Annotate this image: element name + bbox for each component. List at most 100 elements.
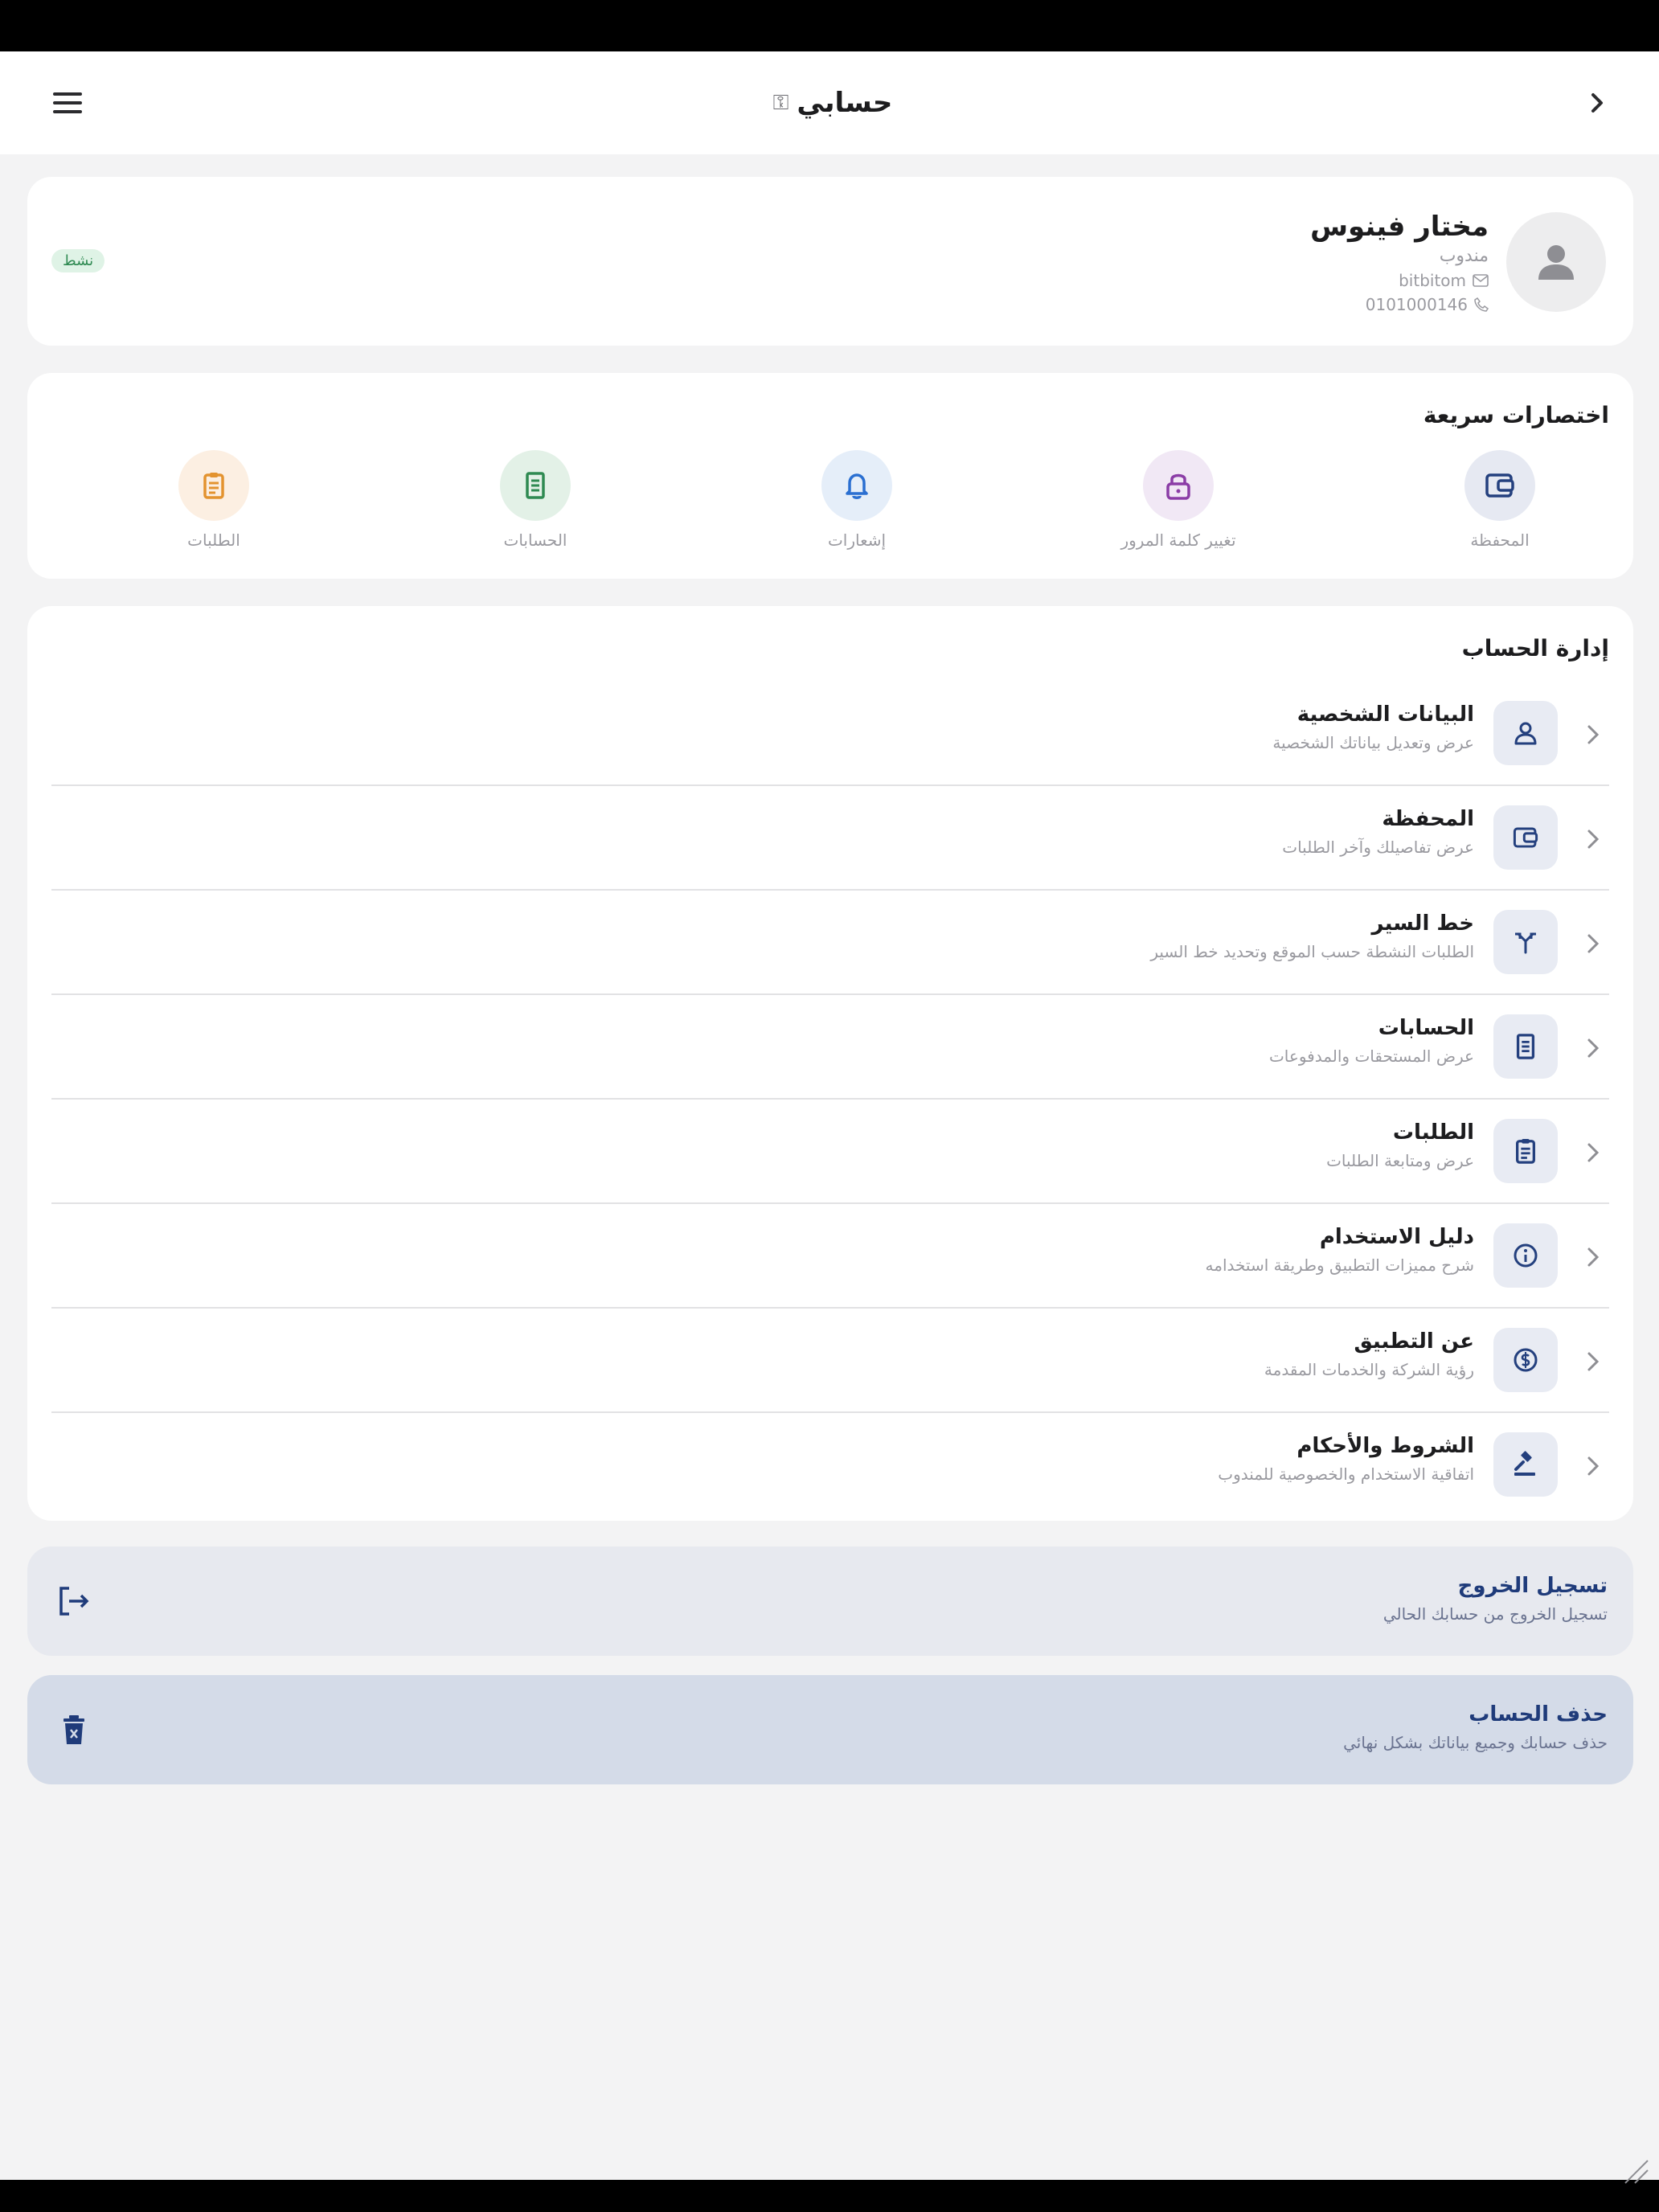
- row-icon-box: [1493, 701, 1558, 765]
- row-subtitle: شرح مميزات التطبيق وطريقة استخدامه: [1205, 1256, 1474, 1275]
- row-texts: الشروط والأحكام اتفاقية الاستخدام والخصو…: [1218, 1434, 1474, 1484]
- delete-account-button[interactable]: حذف الحساب حذف حسابك وجميع بياناتك بشكل …: [27, 1675, 1633, 1784]
- row-texts: دليل الاستخدام شرح مميزات التطبيق وطريقة…: [1206, 1225, 1474, 1275]
- chevron-right-icon: [1582, 719, 1604, 751]
- shortcut-icon-circle: [1464, 450, 1535, 521]
- hamburger-icon: [53, 92, 82, 113]
- row-subtitle: رؤية الشركة والخدمات المقدمة: [1264, 1360, 1474, 1379]
- page-title: حسابي: [797, 87, 893, 119]
- row-texts: الطلبات عرض ومتابعة الطلبات: [1326, 1120, 1474, 1170]
- resize-handle-icon[interactable]: [1619, 2154, 1651, 2186]
- delete-account-title: حذف الحساب: [1469, 1702, 1608, 1727]
- chevron-right-icon: [1582, 1137, 1604, 1169]
- profile-name: مختار فينوس: [1310, 211, 1489, 243]
- system-navigation-bar: [0, 2180, 1659, 2212]
- delete-account-subtitle: حذف حسابك وجميع بياناتك بشكل نهائي: [1343, 1733, 1608, 1752]
- profile-phone-row: 0101000146: [1310, 295, 1489, 314]
- trash-icon: [51, 1710, 96, 1749]
- row-icon-box: [1493, 1328, 1558, 1392]
- settings-row-accounts[interactable]: الحسابات عرض المستحقات والمدفوعات: [51, 995, 1609, 1100]
- shortcut-change-password[interactable]: تغيير كلمة المرور: [1090, 450, 1267, 550]
- row-icon-box: [1493, 1223, 1558, 1288]
- settings-row-terms[interactable]: الشروط والأحكام اتفاقية الاستخدام والخصو…: [51, 1413, 1609, 1518]
- account-management-title: إدارة الحساب: [1461, 635, 1609, 662]
- clipboard-icon: [203, 473, 224, 499]
- avatar[interactable]: [1506, 212, 1606, 312]
- wallet-icon: [1513, 827, 1538, 848]
- logout-title: تسجيل الخروج: [1457, 1574, 1608, 1598]
- profile-role: مندوب: [1439, 246, 1489, 267]
- row-title: البيانات الشخصية: [1296, 703, 1474, 727]
- receipt-icon: [526, 472, 545, 499]
- logout-texts: تسجيل الخروج تسجيل الخروج من حسابك الحال…: [1383, 1574, 1608, 1624]
- profile-phone: 0101000146: [1365, 295, 1468, 315]
- profile-info: مختار فينوس مندوب bitbitom 0101000146: [1310, 209, 1489, 314]
- menu-button[interactable]: [42, 77, 93, 129]
- row-subtitle: اتفاقية الاستخدام والخصوصية للمندوب: [1218, 1464, 1474, 1484]
- shortcut-accounts[interactable]: الحسابات: [447, 450, 624, 550]
- shortcut-icon-circle: [178, 450, 249, 521]
- profile-email-row: bitbitom: [1310, 271, 1489, 290]
- bell-icon: [846, 473, 868, 499]
- status-badge: نشط: [51, 249, 105, 272]
- account-management-card: إدارة الحساب البيانات الشخصية عرض وتعديل…: [27, 606, 1633, 1521]
- row-icon-box: [1493, 805, 1558, 870]
- route-icon: [1515, 932, 1536, 954]
- settings-row-user-guide[interactable]: دليل الاستخدام شرح مميزات التطبيق وطريقة…: [51, 1204, 1609, 1309]
- shortcut-label: تغيير كلمة المرور: [1120, 530, 1236, 550]
- info-icon: [1514, 1243, 1538, 1268]
- person-icon: [1538, 245, 1574, 280]
- row-texts: المحفظة عرض تفاصيلك وآخر الطلبات: [1282, 807, 1474, 857]
- app-bar: حسابي ⚿: [0, 51, 1659, 154]
- row-icon-box: [1493, 1119, 1558, 1183]
- shortcut-label: الطلبات: [187, 530, 240, 550]
- quick-shortcuts-card: اختصارات سريعة المحفظة تغيير كلمة المرور: [27, 373, 1633, 579]
- chevron-right-icon: [1591, 93, 1603, 113]
- delete-account-texts: حذف الحساب حذف حسابك وجميع بياناتك بشكل …: [1343, 1702, 1608, 1752]
- row-texts: البيانات الشخصية عرض وتعديل بياناتك الشخ…: [1272, 703, 1474, 752]
- row-subtitle: الطلبات النشطة حسب الموقع وتحديد خط السي…: [1150, 942, 1474, 961]
- settings-row-route[interactable]: خط السير الطلبات النشطة حسب الموقع وتحدي…: [51, 891, 1609, 995]
- row-texts: عن التطبيق رؤية الشركة والخدمات المقدمة: [1264, 1329, 1474, 1379]
- key-icon: ⚿: [772, 90, 789, 115]
- row-subtitle: عرض وتعديل بياناتك الشخصية: [1272, 733, 1474, 752]
- logout-button[interactable]: تسجيل الخروج تسجيل الخروج من حسابك الحال…: [27, 1546, 1633, 1656]
- row-title: عن التطبيق: [1354, 1329, 1475, 1354]
- row-texts: خط السير الطلبات النشطة حسب الموقع وتحدي…: [1150, 911, 1474, 961]
- settings-row-wallet[interactable]: المحفظة عرض تفاصيلك وآخر الطلبات: [51, 786, 1609, 891]
- row-subtitle: عرض تفاصيلك وآخر الطلبات: [1282, 838, 1474, 857]
- chevron-right-icon: [1582, 1450, 1604, 1482]
- person-icon: [1514, 722, 1537, 745]
- row-title: دليل الاستخدام: [1319, 1225, 1474, 1249]
- row-title: الطلبات: [1392, 1120, 1474, 1145]
- row-title: الحسابات: [1378, 1016, 1474, 1040]
- shortcut-wallet[interactable]: المحفظة: [1411, 450, 1588, 550]
- coin-icon: [1514, 1348, 1538, 1372]
- settings-row-personal-data[interactable]: البيانات الشخصية عرض وتعديل بياناتك الشخ…: [51, 682, 1609, 786]
- gavel-icon: [1514, 1451, 1535, 1476]
- status-bar: [0, 0, 1659, 51]
- shortcut-label: الحسابات: [503, 530, 567, 550]
- mail-icon: [1473, 274, 1489, 287]
- page-title-group: حسابي ⚿: [773, 87, 893, 119]
- row-icon-box: [1493, 1014, 1558, 1079]
- shortcut-notifications[interactable]: إشعارات: [768, 450, 945, 550]
- row-texts: الحسابات عرض المستحقات والمدفوعات: [1269, 1016, 1474, 1066]
- settings-row-about-app[interactable]: عن التطبيق رؤية الشركة والخدمات المقدمة: [51, 1309, 1609, 1413]
- row-icon-box: [1493, 1432, 1558, 1497]
- clipboard-icon: [1516, 1138, 1535, 1164]
- shortcut-orders[interactable]: الطلبات: [125, 450, 302, 550]
- row-subtitle: عرض المستحقات والمدفوعات: [1268, 1047, 1474, 1066]
- shortcut-icon-circle: [500, 450, 571, 521]
- shortcuts-title: اختصارات سريعة: [1423, 402, 1609, 428]
- row-subtitle: عرض ومتابعة الطلبات: [1326, 1151, 1474, 1170]
- chevron-right-icon: [1582, 823, 1604, 855]
- receipt-icon: [1516, 1034, 1535, 1059]
- settings-row-orders[interactable]: الطلبات عرض ومتابعة الطلبات: [51, 1100, 1609, 1204]
- row-title: المحفظة: [1382, 807, 1474, 831]
- back-button[interactable]: [1572, 77, 1624, 129]
- profile-card: مختار فينوس مندوب bitbitom 0101000146 نش…: [27, 177, 1633, 346]
- chevron-right-icon: [1582, 928, 1604, 960]
- shortcut-icon-circle: [821, 450, 892, 521]
- chevron-right-icon: [1582, 1346, 1604, 1378]
